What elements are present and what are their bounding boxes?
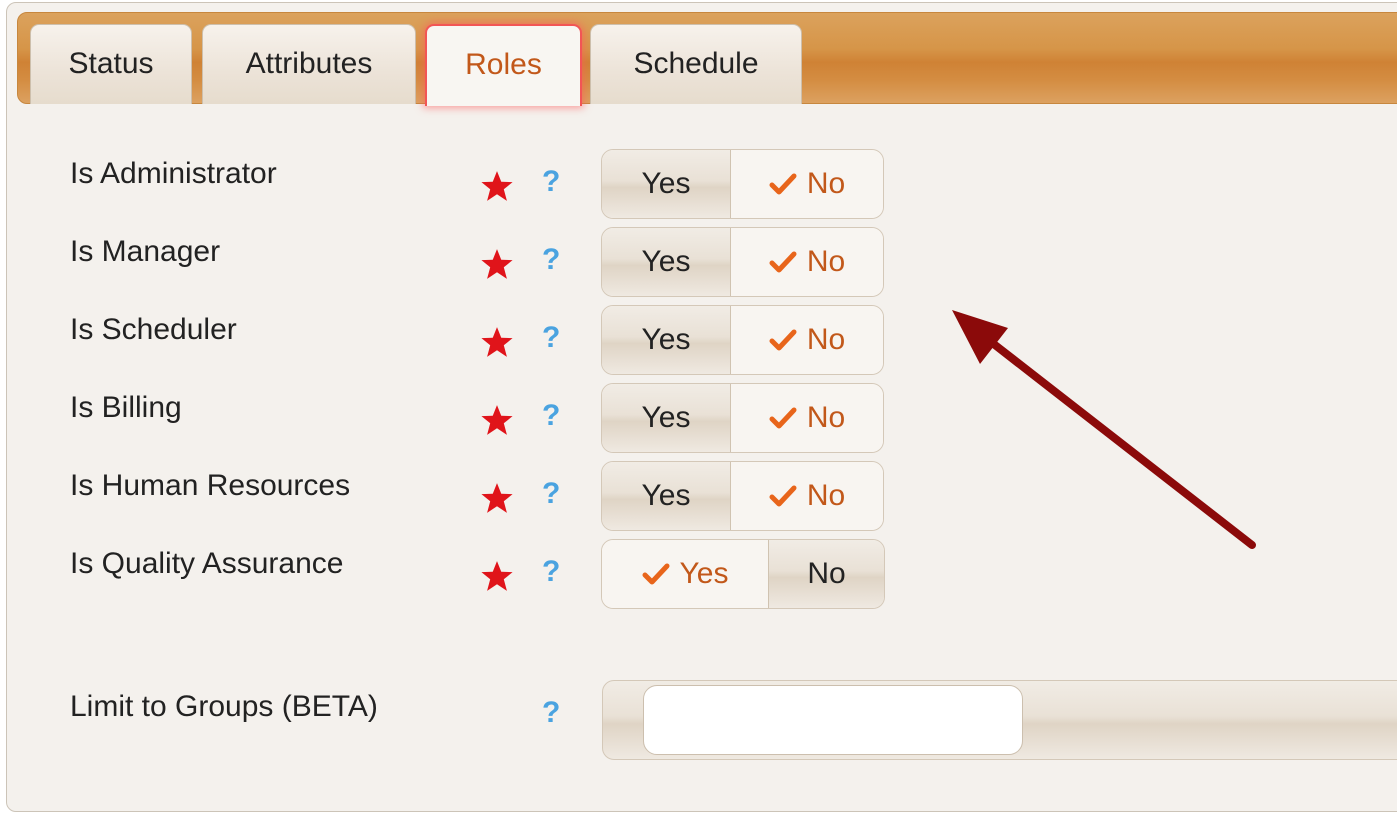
annotation-arrow-icon <box>952 310 1256 549</box>
